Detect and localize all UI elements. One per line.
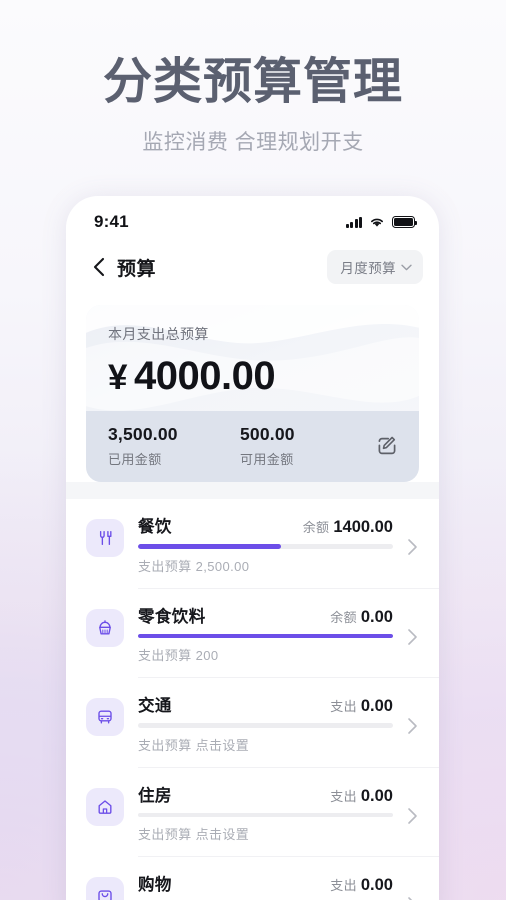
category-name: 餐饮 [138, 518, 172, 536]
period-selector[interactable]: 月度预算 [327, 250, 423, 284]
shopping-bag-icon [86, 877, 124, 900]
category-name: 购物 [138, 876, 172, 894]
nav-bar: 预算 月度预算 [66, 242, 439, 292]
chevron-right-icon[interactable] [401, 807, 423, 825]
signal-bars-icon [345, 216, 362, 228]
status-icons [345, 216, 418, 228]
promo-page: 分类预算管理 监控消费 合理规划开支 9:41 预算 月度预算 本月支出总预算 … [0, 0, 506, 900]
progress-bar [138, 544, 393, 549]
list-item-main: 住房 支出 0.00 支出预算 点击设置 [124, 782, 401, 857]
used-amount-block: 3,500.00 已用金额 [108, 424, 240, 468]
category-amount: 支出 0.00 [330, 696, 393, 716]
category-sub: 支出预算 2,500.00 [138, 558, 250, 574]
category-amount-caption: 支出 [330, 699, 357, 714]
currency-symbol: ¥ [108, 358, 127, 397]
used-amount-caption: 已用金额 [108, 452, 162, 467]
category-amount: 支出 0.00 [330, 786, 393, 806]
budget-card-body: 本月支出总预算 ¥4000.00 [86, 305, 419, 411]
budget-card-wrapper: 本月支出总预算 ¥4000.00 3,500.00 已用金额 500.00 可用… [66, 292, 439, 482]
chevron-right-icon[interactable] [401, 538, 423, 556]
page-subtitle: 监控消费 合理规划开支 [142, 131, 364, 154]
category-sub: 支出预算 点击设置 [138, 827, 250, 842]
progress-bar [138, 723, 393, 728]
category-amount-caption: 支出 [330, 878, 357, 893]
chevron-down-icon [401, 264, 412, 270]
list-item[interactable]: 零食饮料 余额 0.00 支出预算 200 [66, 589, 439, 678]
list-item[interactable]: 交通 支出 0.00 支出预算 点击设置 [66, 678, 439, 767]
list-item-main: 零食饮料 余额 0.00 支出预算 200 [124, 603, 401, 678]
hero-header: 分类预算管理 监控消费 合理规划开支 [0, 0, 506, 156]
list-item-main: 餐饮 余额 1400.00 支出预算 2,500.00 [124, 513, 401, 588]
list-item[interactable]: 餐饮 余额 1400.00 支出预算 2,500.00 [66, 499, 439, 588]
category-amount-value: 1400.00 [333, 518, 393, 536]
chevron-right-icon[interactable] [401, 628, 423, 646]
battery-icon [392, 216, 418, 228]
available-amount-value: 500.00 [240, 424, 295, 444]
category-name: 零食饮料 [138, 607, 206, 626]
list-item-header: 住房 支出 0.00 [138, 782, 393, 806]
category-name: 住房 [138, 786, 172, 805]
cupcake-icon [86, 608, 124, 647]
period-selector-label: 月度预算 [340, 261, 396, 276]
category-budget-list: 餐饮 余额 1400.00 支出预算 2,500.00 零食饮料 余额 0.00… [66, 499, 439, 900]
progress-bar [138, 633, 393, 638]
category-amount: 余额 0.00 [330, 607, 393, 627]
list-item[interactable]: 购物 支出0.00 支出预算 点击设置 [66, 857, 439, 900]
category-amount-value: 0.00 [360, 786, 393, 805]
home-icon [86, 787, 124, 826]
list-item-header: 交通 支出 0.00 [138, 692, 393, 716]
budget-card-label: 本月支出总预算 [108, 326, 209, 342]
category-amount-caption: 余额 [302, 520, 330, 535]
progress-bar [138, 812, 393, 817]
category-amount-value: 0.00 [360, 607, 393, 626]
page-title: 分类预算管理 [102, 55, 403, 109]
budget-summary-card[interactable]: 本月支出总预算 ¥4000.00 3,500.00 已用金额 500.00 可用… [86, 305, 419, 482]
list-item-header: 零食饮料 余额 0.00 [138, 603, 393, 627]
status-time: 9:41 [94, 212, 129, 231]
available-amount-block: 500.00 可用金额 [240, 424, 372, 468]
category-amount-caption: 余额 [330, 609, 357, 625]
chevron-left-icon[interactable] [88, 257, 108, 277]
budget-total-value: 4000.00 [133, 354, 276, 398]
category-sub: 支出预算 200 [138, 648, 219, 663]
category-amount: 支出 0.00 [330, 875, 393, 895]
chevron-right-icon[interactable] [401, 717, 423, 735]
category-name: 交通 [138, 697, 172, 715]
wifi-icon [371, 218, 383, 227]
status-bar: 9:41 [66, 196, 439, 242]
list-item-main: 交通 支出 0.00 支出预算 点击设置 [124, 692, 401, 767]
cutlery-icon [86, 519, 124, 557]
list-item[interactable]: 住房 支出 0.00 支出预算 点击设置 [66, 768, 439, 857]
used-amount-value: 3,500.00 [108, 424, 178, 444]
nav-title: 预算 [117, 258, 157, 280]
budget-total-amount: ¥4000.00 [108, 355, 397, 397]
list-item-header: 购物 支出 0.00 [138, 871, 393, 895]
chevron-right-icon[interactable] [401, 896, 423, 900]
phone-mockup: 9:41 预算 月度预算 本月支出总预算 ¥ 4000.00 3,500.00 … [66, 196, 439, 900]
section-gap [66, 482, 439, 499]
bus-icon [86, 698, 124, 736]
budget-card-footer: 3,500.00 已用金额 500.00 可用金额 [86, 411, 419, 482]
available-amount-caption: 可用金额 [240, 452, 294, 467]
list-item-header: 餐饮 余额 1400.00 [138, 513, 393, 537]
edit-pencil-icon[interactable] [375, 434, 399, 458]
category-amount-value: 0.00 [360, 876, 393, 894]
category-amount-value: 0.00 [360, 697, 393, 715]
category-sub: 支出预算 点击设置 [138, 737, 250, 753]
category-amount-caption: 支出 [330, 788, 357, 804]
list-item-main: 购物 支出0.00 支出预算 点击设置 [124, 871, 401, 900]
category-amount: 余额 1400.00 [303, 517, 393, 537]
